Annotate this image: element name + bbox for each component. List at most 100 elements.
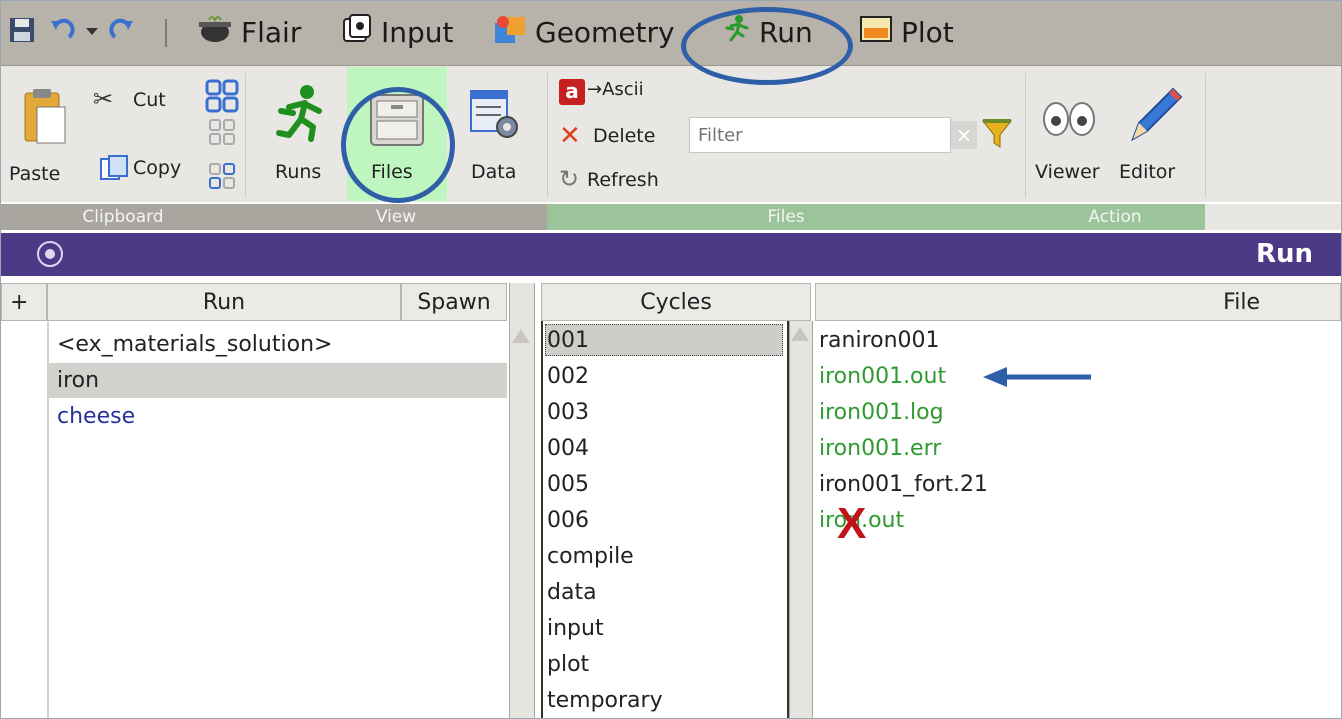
list-item[interactable]: compile (547, 539, 634, 574)
cycles-column-header[interactable]: Cycles (541, 283, 811, 321)
file-item[interactable]: raniron001 (819, 323, 940, 358)
data-icon (470, 90, 518, 138)
funnel-icon[interactable] (981, 117, 1013, 155)
paste-button[interactable]: Paste (7, 81, 87, 191)
delete-button[interactable]: ✕ Delete (557, 121, 677, 155)
file-column-header-label: File (1223, 290, 1260, 315)
tab-flair[interactable]: Flair (197, 13, 301, 51)
target-icon[interactable] (37, 241, 63, 267)
viewer-label: Viewer (1035, 161, 1100, 183)
annotation-circle-run-tab (681, 7, 853, 85)
ribbon-separator (245, 73, 246, 198)
redo-icon[interactable] (107, 15, 137, 52)
card-icon (341, 13, 373, 52)
tab-geometry[interactable]: Geometry (493, 13, 675, 51)
annotation-cross-mark: X (837, 499, 867, 548)
group-label-action: Action (1025, 204, 1205, 230)
ribbon-separator (1025, 73, 1026, 198)
refresh-label: Refresh (587, 169, 659, 191)
group-label-clipboard: Clipboard (1, 204, 245, 230)
list-item[interactable]: 001 (547, 323, 589, 358)
ascii-button[interactable]: a →Ascii (557, 77, 677, 111)
runs-button[interactable]: Runs (263, 81, 341, 191)
data-button[interactable]: Data (463, 81, 533, 191)
spawn-column-header[interactable]: Spawn (401, 283, 507, 321)
filter-input[interactable] (689, 117, 951, 153)
tab-plot-label: Plot (901, 15, 954, 49)
cut-label: Cut (133, 89, 166, 111)
tab-plot[interactable]: Plot (859, 13, 954, 51)
run-row-label[interactable]: iron (57, 363, 99, 398)
toolbar-separator (165, 19, 167, 47)
ribbon-separator (1205, 73, 1206, 198)
runs-scrollbar[interactable] (509, 283, 535, 718)
group-label-view: View (245, 204, 547, 230)
paste-label: Paste (9, 163, 61, 185)
ribbon-label-filler (1205, 204, 1341, 230)
list-item[interactable]: 004 (547, 431, 589, 466)
file-item[interactable]: iron001.log (819, 395, 944, 430)
data-label: Data (471, 161, 517, 183)
run-header-title: Run (1255, 239, 1313, 269)
list-item[interactable]: plot (547, 647, 589, 682)
undo-icon[interactable] (47, 15, 77, 52)
run-column-header[interactable]: Run (47, 283, 401, 321)
file-column-header[interactable]: File (815, 283, 1341, 321)
file-item[interactable]: iron001.err (819, 431, 941, 466)
tab-geometry-label: Geometry (535, 15, 675, 49)
delete-x-icon: ✕ (559, 121, 581, 151)
copy-label: Copy (133, 157, 182, 179)
list-item[interactable]: 002 (547, 359, 589, 394)
refresh-button[interactable]: ↻ Refresh (557, 165, 697, 199)
list-item[interactable]: data (547, 575, 597, 610)
cauldron-icon (197, 14, 233, 51)
file-item[interactable]: iron001.out (819, 359, 946, 394)
table-row[interactable] (47, 363, 507, 398)
tab-flair-label: Flair (241, 15, 302, 49)
list-item[interactable]: 005 (547, 467, 589, 502)
add-run-button[interactable]: + (1, 283, 47, 321)
scissors-icon: ✂ (93, 85, 114, 113)
annotation-arrow-icon (983, 367, 1091, 387)
tab-bar: Flair Input Geometry Run Plot (1, 1, 1341, 66)
plot-icon (859, 14, 893, 51)
ascii-label: →Ascii (587, 79, 644, 100)
cycles-scrollbar[interactable] (789, 321, 813, 718)
editor-button[interactable]: Editor (1115, 81, 1195, 191)
copy-button[interactable]: Copy (93, 151, 203, 187)
list-item[interactable]: 006 (547, 503, 589, 538)
refresh-icon: ↻ (559, 165, 580, 193)
viewer-button[interactable]: Viewer (1031, 81, 1111, 191)
eyes-icon (1043, 102, 1095, 136)
list-item[interactable]: 003 (547, 395, 589, 430)
tab-input-label: Input (381, 15, 454, 49)
editor-label: Editor (1119, 161, 1176, 183)
clear-filter-icon[interactable]: × (951, 121, 977, 149)
list-item[interactable]: input (547, 611, 604, 646)
save-icon[interactable] (7, 15, 37, 52)
delete-label: Delete (593, 125, 656, 147)
run-row-label[interactable]: cheese (57, 399, 135, 434)
run-header-bar: Run (1, 233, 1341, 276)
annotation-circle-files-button (341, 87, 455, 203)
app-window: Flair Input Geometry Run Plot Paste ✂ Cu… (0, 0, 1342, 719)
ascii-a-icon: a (559, 79, 585, 105)
geometry-icon (493, 13, 527, 52)
group-label-files: Files (547, 204, 1025, 230)
dropdown-icon[interactable] (85, 15, 99, 52)
cut-button[interactable]: ✂ Cut (93, 83, 193, 119)
scroll-up-icon[interactable] (791, 327, 809, 341)
pencil-icon (1131, 87, 1183, 142)
copy-icon (100, 155, 128, 180)
list-item[interactable]: temporary (547, 683, 663, 718)
ribbon-separator (547, 73, 548, 198)
grid-icon[interactable] (205, 79, 239, 117)
run-row-label[interactable]: <ex_materials_solution> (57, 327, 332, 362)
paste-icon (24, 89, 66, 144)
scroll-up-icon[interactable] (512, 329, 530, 343)
grid-mixed-icon[interactable] (209, 163, 235, 193)
runs-label: Runs (275, 161, 322, 183)
grid-empty-icon[interactable] (209, 119, 235, 149)
running-man-icon (276, 85, 322, 142)
tab-input[interactable]: Input (341, 13, 454, 51)
